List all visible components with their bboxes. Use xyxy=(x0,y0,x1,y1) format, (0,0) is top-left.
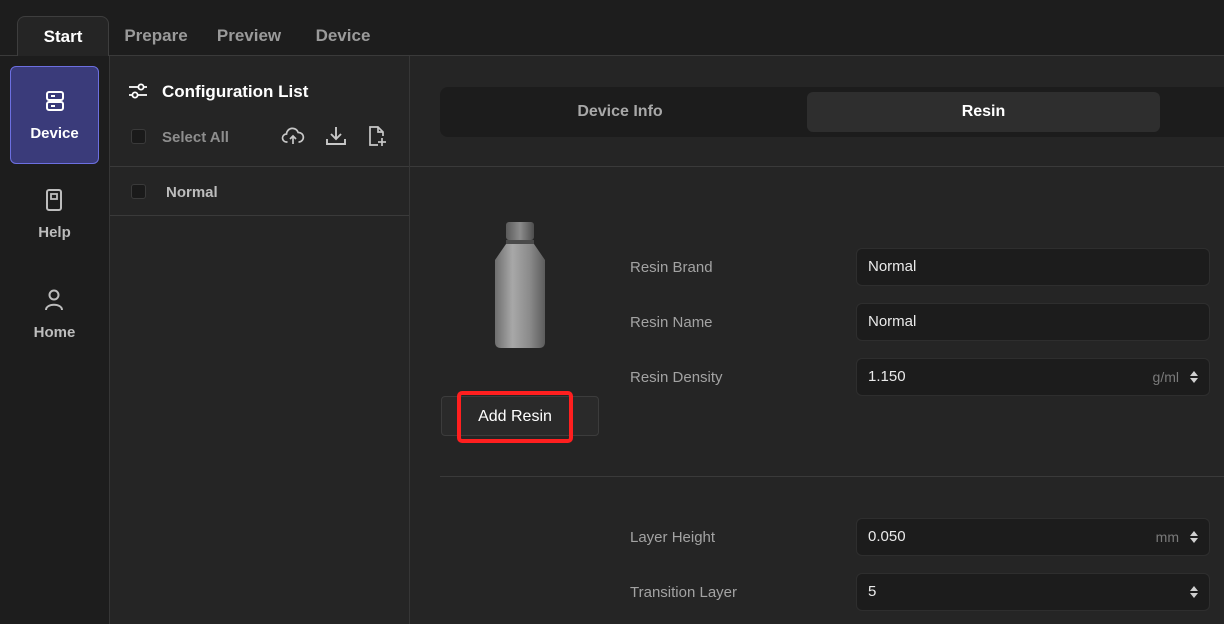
top-tab-bar: Start Prepare Preview Device xyxy=(0,0,1224,57)
resin-bottle-image xyxy=(495,222,545,348)
spinner-arrows-icon[interactable] xyxy=(1189,585,1199,599)
left-nav: Device Help Home xyxy=(0,56,110,624)
nav-label-device: Device xyxy=(30,125,79,142)
transition-layer-field[interactable]: 5 xyxy=(856,573,1210,611)
main-divider xyxy=(410,166,1224,167)
tab-start[interactable]: Start xyxy=(17,16,109,57)
transition-layer-label: Transition Layer xyxy=(630,584,737,601)
person-icon xyxy=(45,289,63,311)
config-list-divider xyxy=(110,166,409,167)
select-all-label[interactable]: Select All xyxy=(162,129,229,146)
config-item-checkbox[interactable] xyxy=(131,184,146,199)
cloud-upload-icon[interactable] xyxy=(281,124,305,148)
layer-height-value: 0.050 xyxy=(868,528,906,545)
layer-height-unit: mm xyxy=(1155,529,1179,545)
resin-name-label: Resin Name xyxy=(630,314,713,331)
nav-item-device[interactable]: Device xyxy=(10,66,99,164)
tab-preview[interactable]: Preview xyxy=(209,16,289,56)
layer-height-label: Layer Height xyxy=(630,529,716,546)
nav-label-home: Home xyxy=(33,324,76,341)
new-file-icon[interactable] xyxy=(365,124,389,148)
nav-item-help[interactable]: Help xyxy=(10,166,99,264)
resin-name-value: Normal xyxy=(868,313,917,330)
config-list-divider xyxy=(110,215,409,216)
select-all-checkbox[interactable] xyxy=(131,129,146,144)
resin-density-unit: g/ml xyxy=(1152,369,1179,385)
sliders-icon xyxy=(129,83,147,99)
tab-device[interactable]: Device xyxy=(306,16,380,56)
tab-prepare[interactable]: Prepare xyxy=(118,16,194,56)
device-icon xyxy=(46,91,64,111)
nav-label-help: Help xyxy=(38,224,71,241)
add-resin-button[interactable]: Add Resin xyxy=(457,391,573,443)
resin-brand-value: Normal xyxy=(868,258,917,275)
spinner-arrows-icon[interactable] xyxy=(1189,530,1199,544)
resin-brand-label: Resin Brand xyxy=(630,259,713,276)
resin-density-field[interactable]: 1.150 g/ml xyxy=(856,358,1210,396)
nav-item-home[interactable]: Home xyxy=(10,266,99,364)
segment-device-info[interactable]: Device Info xyxy=(440,92,800,132)
spinner-arrows-icon[interactable] xyxy=(1189,370,1199,384)
resin-brand-field[interactable]: Normal xyxy=(856,248,1210,286)
configuration-list-title: Configuration List xyxy=(162,82,309,101)
configuration-panel: Configuration List Select All Normal xyxy=(110,56,410,624)
resin-density-value: 1.150 xyxy=(868,368,906,385)
transition-layer-value: 5 xyxy=(868,583,877,600)
resin-density-label: Resin Density xyxy=(630,369,723,386)
resin-name-field[interactable]: Normal xyxy=(856,303,1210,341)
download-icon[interactable] xyxy=(324,124,348,148)
section-divider xyxy=(440,476,1224,477)
segmented-control: Device Info Resin xyxy=(440,87,1224,137)
segment-resin[interactable]: Resin xyxy=(807,92,1160,132)
config-item-label[interactable]: Normal xyxy=(166,184,218,201)
book-icon xyxy=(46,189,62,211)
layer-height-field[interactable]: 0.050 mm xyxy=(856,518,1210,556)
